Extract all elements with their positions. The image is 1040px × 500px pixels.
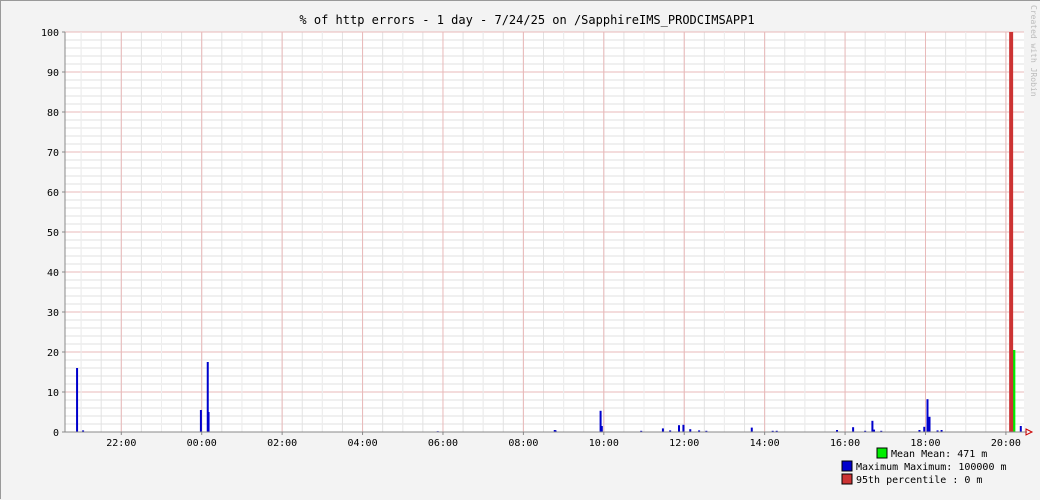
bar-maximum xyxy=(600,426,603,432)
y-tick-label: 10 xyxy=(47,388,59,399)
x-tick-label: 12:00 xyxy=(669,438,699,449)
legend-label: Maximum Maximum: 100000 m xyxy=(856,462,1007,473)
bar-maximum xyxy=(199,410,202,432)
bar-mean xyxy=(1013,350,1016,432)
x-tick-label: 04:00 xyxy=(347,438,377,449)
http-errors-chart: % of http errors - 1 day - 7/24/25 on /S… xyxy=(1,1,1040,500)
x-tick-label: 16:00 xyxy=(830,438,860,449)
bar-95th-percentile xyxy=(1009,32,1014,432)
chart-frame: % of http errors - 1 day - 7/24/25 on /S… xyxy=(0,0,1040,500)
y-tick-label: 60 xyxy=(47,188,59,199)
bar-maximum xyxy=(207,412,210,432)
x-tick-label: 08:00 xyxy=(508,438,538,449)
bar-maximum xyxy=(852,427,855,432)
bar-maximum xyxy=(76,368,79,432)
x-tick-label: 14:00 xyxy=(750,438,780,449)
y-tick-label: 100 xyxy=(41,28,59,39)
x-tick-label: 18:00 xyxy=(910,438,940,449)
bar-maximum xyxy=(928,416,931,432)
watermark: Created with JRobin xyxy=(1029,5,1038,97)
legend-swatch-mean xyxy=(876,447,888,459)
y-tick-label: 40 xyxy=(47,268,59,279)
y-tick-label: 90 xyxy=(47,68,59,79)
x-tick-label: 06:00 xyxy=(428,438,458,449)
bar-maximum xyxy=(923,426,926,432)
bar-maximum xyxy=(750,427,753,432)
y-tick-label: 30 xyxy=(47,308,59,319)
x-tick-label: 22:00 xyxy=(106,438,136,449)
bar-maximum xyxy=(678,425,681,432)
bar-maximum xyxy=(1019,426,1022,432)
y-tick-label: 0 xyxy=(53,428,59,439)
bar-maximum xyxy=(661,428,664,432)
y-tick-label: 20 xyxy=(47,348,59,359)
x-tick-label: 10:00 xyxy=(589,438,619,449)
bar-maximum xyxy=(682,424,685,432)
legend-label: 95th percentile : 0 m xyxy=(856,475,982,486)
chart-title: % of http errors - 1 day - 7/24/25 on /S… xyxy=(299,13,754,27)
legend-swatch-maximum xyxy=(841,460,853,472)
y-tick-label: 80 xyxy=(47,108,59,119)
y-tick-label: 50 xyxy=(47,228,59,239)
x-tick-label: 00:00 xyxy=(187,438,217,449)
x-tick-label: 20:00 xyxy=(991,438,1021,449)
y-tick-label: 70 xyxy=(47,148,59,159)
bar-maximum xyxy=(926,399,929,432)
legend-label: Mean Mean: 471 m xyxy=(891,449,987,460)
x-tick-label: 02:00 xyxy=(267,438,297,449)
legend-swatch-95th-percentile xyxy=(841,473,853,485)
